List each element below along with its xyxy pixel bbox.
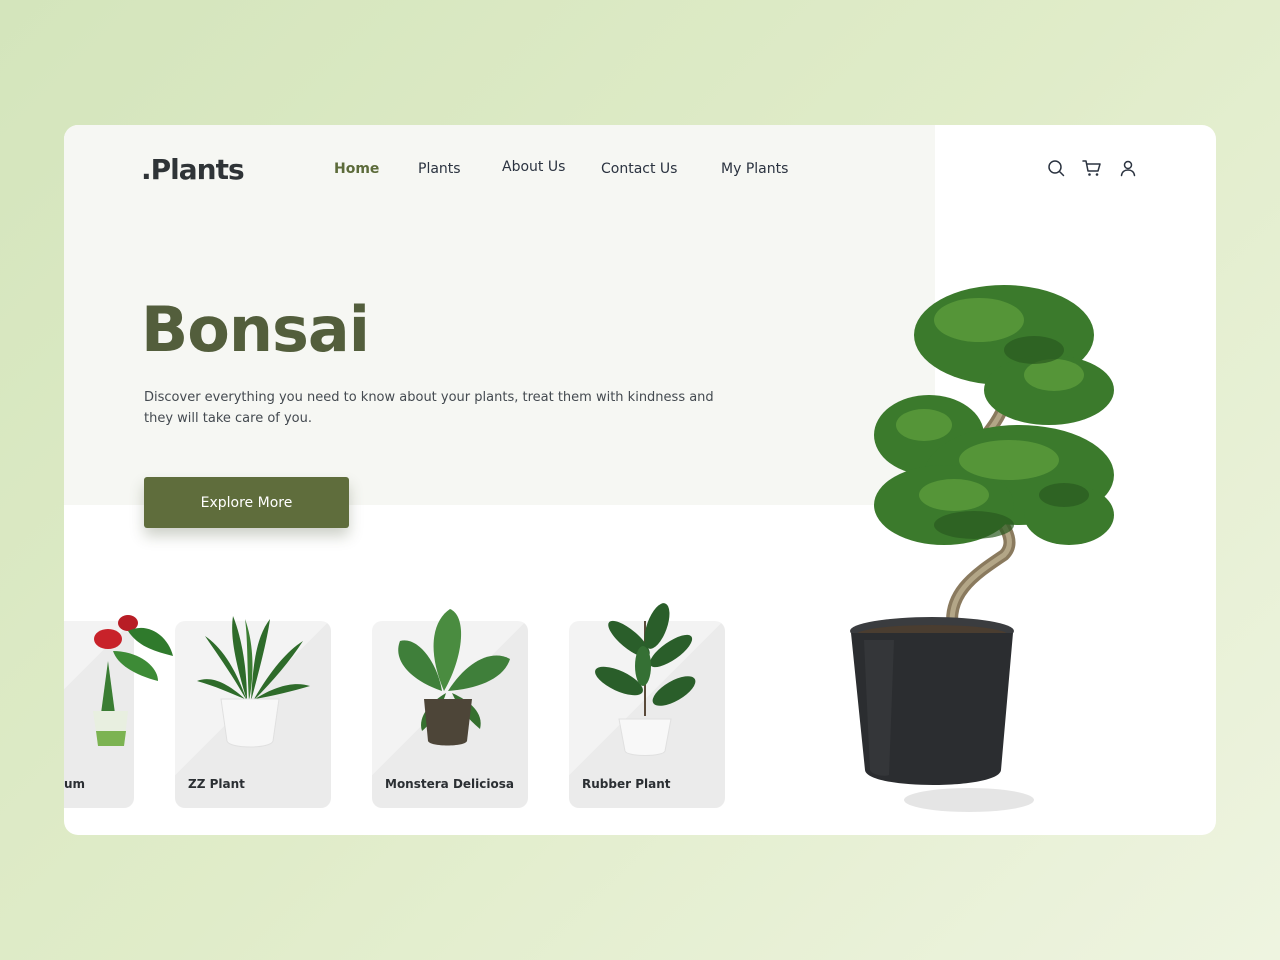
product-card-zz-plant[interactable]: ZZ Plant	[175, 616, 331, 808]
cart-icon[interactable]	[1082, 158, 1102, 178]
hero-title: Bonsai	[141, 293, 370, 366]
product-name: ZZ Plant	[188, 777, 245, 791]
main-card: .Plants Home Plants About Us Contact Us …	[64, 125, 1216, 835]
search-icon[interactable]	[1046, 158, 1066, 178]
product-card-rubber-plant[interactable]: Rubber Plant	[569, 603, 725, 808]
bonsai-hero-image	[850, 285, 1114, 812]
header-icons	[1046, 158, 1138, 178]
product-name: Monstera Deliciosa	[385, 777, 514, 791]
product-name: um	[64, 777, 86, 791]
user-icon[interactable]	[1118, 158, 1138, 178]
rubber-plant-image	[595, 603, 696, 756]
zz-plant-image	[197, 616, 310, 748]
nav-home[interactable]: Home	[334, 161, 379, 177]
monstera-plant-image	[398, 609, 510, 746]
product-name: Rubber Plant	[582, 777, 671, 791]
explore-more-button[interactable]: Explore More	[144, 477, 349, 528]
brand-logo[interactable]: .Plants	[141, 153, 245, 186]
nav-contact-us[interactable]: Contact Us	[601, 161, 677, 177]
nav-plants[interactable]: Plants	[418, 161, 461, 177]
nav-about-us[interactable]: About Us	[502, 159, 565, 175]
product-card-anthurium[interactable]: um	[64, 615, 173, 808]
nav-my-plants[interactable]: My Plants	[721, 161, 788, 177]
hero-description: Discover everything you need to know abo…	[144, 390, 714, 426]
product-card-monstera[interactable]: Monstera Deliciosa	[372, 609, 528, 808]
